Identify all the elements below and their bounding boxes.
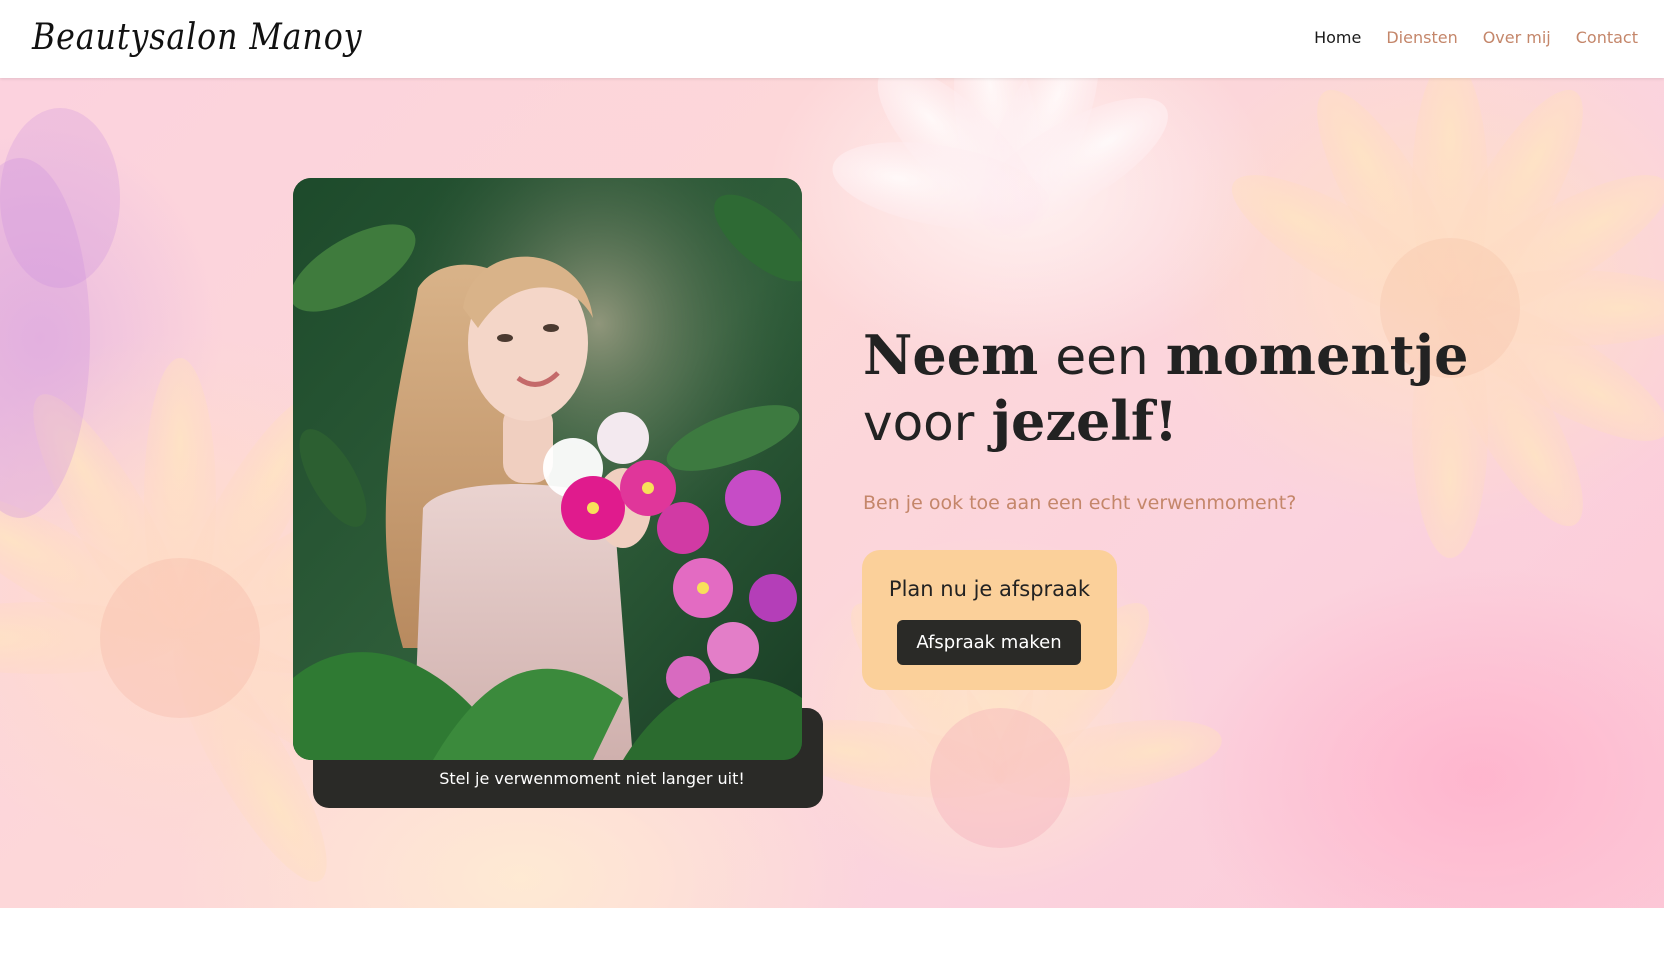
hero-subline: Ben je ook toe aan een echt verwenmoment…: [863, 492, 1297, 514]
photo-caption: Stel je verwenmoment niet langer uit!: [439, 769, 745, 788]
headline-word: voor: [863, 394, 975, 452]
appointment-cta-box: Plan nu je afspraak Afspraak maken: [862, 550, 1117, 690]
cta-title: Plan nu je afspraak: [888, 577, 1091, 601]
headline-word: Neem: [863, 323, 1039, 387]
make-appointment-button[interactable]: Afspraak maken: [897, 620, 1081, 665]
hero-photo: [293, 178, 802, 760]
page-bottom-area: [0, 908, 1664, 978]
main-nav: Home Diensten Over mij Contact: [1314, 26, 1638, 50]
nav-link-contact[interactable]: Contact: [1576, 26, 1638, 50]
hero-section: Stel je verwenmoment niet langer uit! Ne…: [0, 78, 1664, 908]
nav-link-home[interactable]: Home: [1314, 26, 1361, 50]
hero-headline: Neem een momentje voor jezelf!: [863, 323, 1483, 455]
nav-link-over-mij[interactable]: Over mij: [1483, 26, 1551, 50]
flower-background-image: [0, 78, 1664, 882]
headline-word: jezelf!: [991, 389, 1178, 453]
nav-link-diensten[interactable]: Diensten: [1386, 26, 1457, 50]
site-logo[interactable]: Beautysalon Manoy: [32, 14, 362, 62]
headline-word: momentje: [1165, 323, 1469, 387]
site-header: Beautysalon Manoy Home Diensten Over mij…: [0, 0, 1664, 78]
woman-with-orchids-photo: [293, 178, 802, 760]
headline-word: een: [1055, 328, 1149, 386]
